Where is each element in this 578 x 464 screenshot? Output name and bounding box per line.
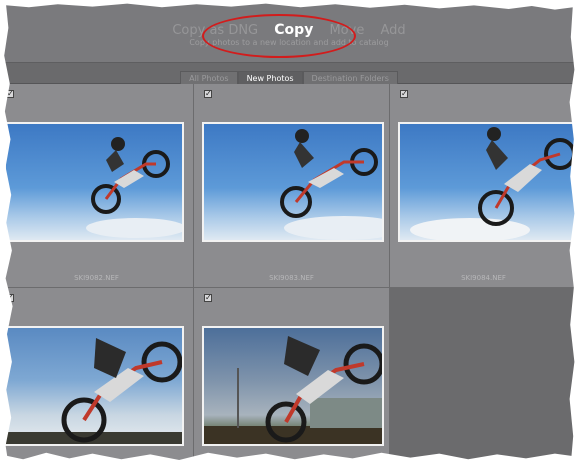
photo-filename: SKI9082.NEF [74,274,119,282]
photo-thumbnail[interactable] [4,122,184,242]
grid-cell[interactable]: ✓ SKI9084.NEF [390,84,578,288]
grid-cell[interactable]: ✓ SKI9083.NEF [194,84,390,288]
red-circle-annotation [202,14,356,58]
photo-grid: ✓ SKI9082.NEF ✓ SKI9083.NEF ✓ SKI9084.NE… [0,84,578,464]
grid-cell[interactable]: ✓ [194,288,390,464]
motocross-rider-image [86,137,182,238]
grid-cell[interactable]: ✓ [0,288,194,464]
motocross-rider-image [280,129,382,240]
motocross-rider-image [204,336,382,444]
photo-filename: SKI9083.NEF [269,274,314,282]
include-checkbox[interactable]: ✓ [204,294,212,302]
motocross-rider-image [410,127,576,240]
motocross-rider-image [6,338,182,444]
add-mode-button[interactable]: Add [380,23,405,38]
photo-thumbnail[interactable] [202,122,384,242]
photo-thumbnail[interactable] [4,326,184,446]
import-window: Copy as DNG Copy Move Add Copy photos to… [0,0,578,464]
filter-tab-bar: All Photos New Photos Destination Folders [0,63,578,86]
grid-cell[interactable]: ✓ SKI9082.NEF [0,84,194,288]
include-checkbox[interactable]: ✓ [204,90,212,98]
photo-thumbnail[interactable] [398,122,578,242]
photo-filename: SKI9084.NEF [461,274,506,282]
empty-grid-cell [390,288,578,464]
photo-thumbnail[interactable] [202,326,384,446]
include-checkbox[interactable]: ✓ [400,90,408,98]
import-mode-header: Copy as DNG Copy Move Add Copy photos to… [0,0,578,63]
